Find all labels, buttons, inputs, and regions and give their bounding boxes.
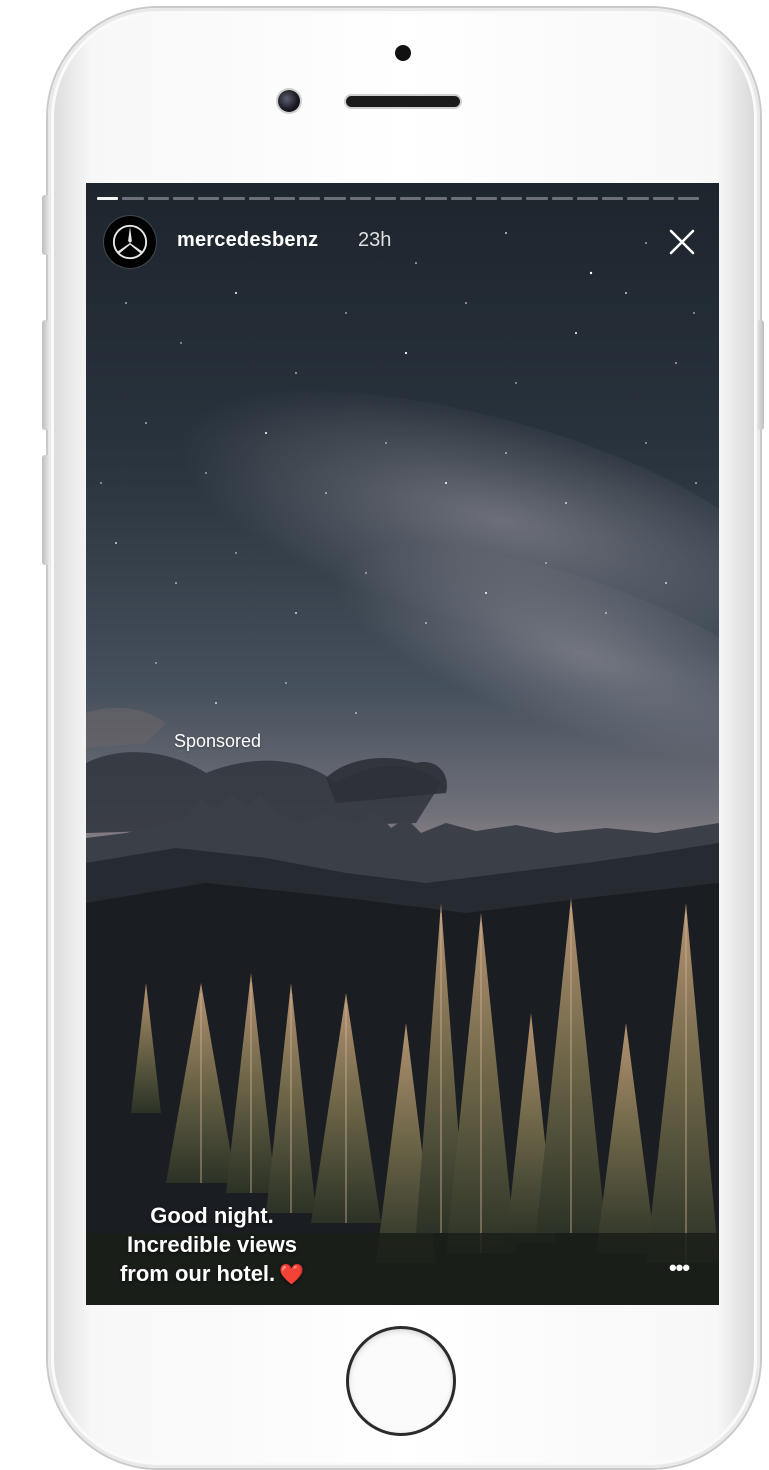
earpiece-speaker — [346, 96, 460, 107]
caption-line-3: from our hotel. ❤️ — [94, 1259, 330, 1290]
progress-segment — [400, 197, 422, 200]
progress-segment — [677, 197, 699, 200]
account-avatar[interactable] — [104, 216, 156, 268]
proximity-sensor — [395, 45, 411, 61]
volume-up-button — [42, 320, 49, 430]
mercedes-star-icon — [112, 224, 148, 260]
story-timestamp: 23h — [358, 229, 392, 251]
heart-emoji-icon: ❤️ — [279, 1264, 305, 1286]
caption-line-2: Incredible views — [127, 1232, 297, 1257]
mute-switch — [42, 195, 49, 255]
close-button[interactable] — [664, 224, 700, 260]
story-progress-bar — [97, 197, 699, 200]
caption-line-3-text: from our hotel. — [119, 1261, 276, 1286]
progress-segment — [475, 197, 497, 200]
account-username[interactable]: mercedesbenz — [177, 229, 318, 252]
progress-segment — [425, 197, 447, 200]
progress-segment — [97, 197, 119, 200]
progress-segment — [374, 197, 396, 200]
progress-segment — [248, 197, 270, 200]
progress-segment — [602, 197, 624, 200]
progress-segment — [147, 197, 169, 200]
progress-segment — [501, 197, 523, 200]
caption-line-1: Good night. — [150, 1203, 274, 1228]
close-icon — [669, 229, 695, 255]
story-caption: Good night. Incredible views from our ho… — [94, 1201, 330, 1290]
progress-segment — [324, 197, 346, 200]
story-screen[interactable]: mercedesbenz 23h Sponsored Good night. I… — [86, 183, 719, 1305]
progress-segment — [273, 197, 295, 200]
volume-down-button — [42, 455, 49, 565]
home-button[interactable] — [346, 1326, 456, 1436]
progress-segment — [299, 197, 321, 200]
story-header: mercedesbenz 23h — [104, 216, 704, 268]
progress-segment — [223, 197, 245, 200]
progress-segment — [551, 197, 573, 200]
progress-segment — [349, 197, 371, 200]
progress-segment — [122, 197, 144, 200]
sponsored-label: Sponsored — [174, 731, 262, 751]
progress-segment — [627, 197, 649, 200]
power-button — [757, 320, 764, 430]
progress-segment — [576, 197, 598, 200]
progress-segment — [172, 197, 194, 200]
progress-segment — [652, 197, 674, 200]
progress-segment — [450, 197, 472, 200]
progress-segment — [198, 197, 220, 200]
progress-segment — [526, 197, 548, 200]
more-options-button[interactable]: ••• — [664, 1257, 694, 1279]
front-camera — [278, 90, 300, 112]
